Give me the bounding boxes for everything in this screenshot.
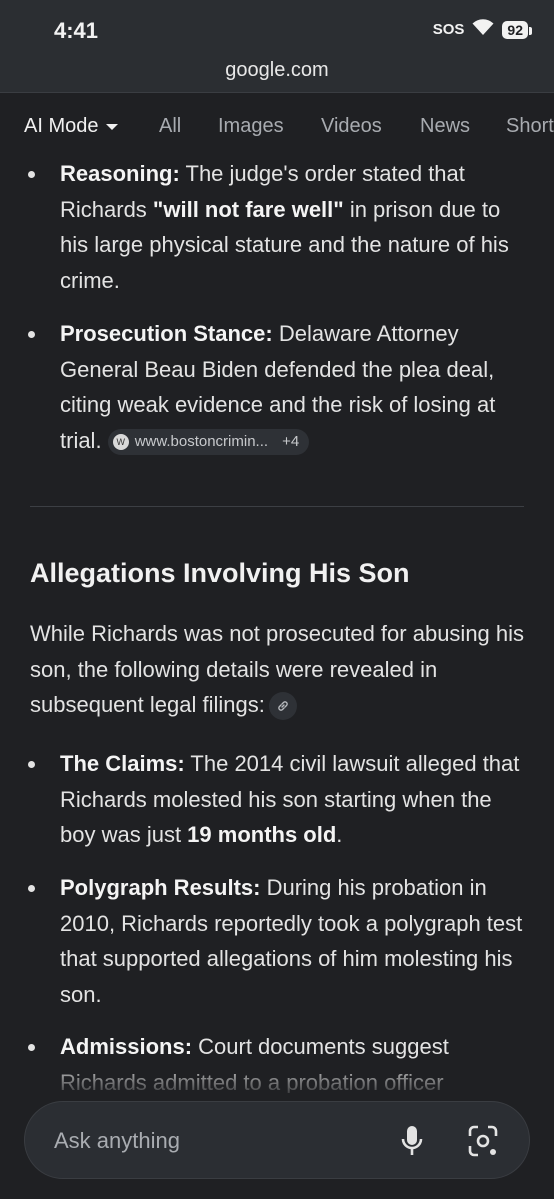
list-item-text: Reasoning: The judge's order stated that… [60,158,530,298]
mic-icon[interactable] [399,1124,425,1163]
section-intro: While Richards was not prosecuted for ab… [30,616,530,723]
ai-answer: Reasoning: The judge's order stated that… [0,158,554,1093]
item-emphasis: 19 months old [187,822,337,847]
item-label: Polygraph Results: [60,875,261,900]
section-heading: Allegations Involving His Son [30,558,410,588]
tab-label: AI Mode [24,115,99,137]
lens-icon[interactable] [467,1124,499,1163]
link-icon[interactable] [268,692,297,721]
battery-indicator: 92 [502,20,532,39]
source-chip[interactable]: Wwww.bostoncrimin... +4 [107,428,310,455]
bullet-dot [28,1044,35,1051]
item-text: . [336,822,343,847]
section-divider [30,506,524,507]
bullet-dot [28,885,35,892]
list-item-text: Polygraph Results: During his probation … [60,870,530,1012]
item-label: The Claims: [60,751,185,776]
source-favicon-icon: W [112,433,129,450]
list-item-text: Prosecution Stance: Delaware Attorney Ge… [60,316,530,458]
sos-indicator: SOS [432,21,465,38]
source-count: +4 [282,432,300,450]
bullet-dot [28,761,35,768]
item-label: Admissions: [60,1034,193,1059]
chevron-down-icon [106,123,119,130]
tab-ai-mode[interactable]: AI Mode [24,115,119,138]
status-time: 4:41 [54,18,99,43]
url-bar[interactable]: google.com [0,56,554,92]
status-icons: SOS 92 [432,18,532,41]
tab-news[interactable]: News [420,115,470,138]
item-emphasis: "will not fare well" [152,196,344,222]
source-name: www.bostoncrimin... [134,432,269,450]
ask-placeholder: Ask anything [54,1128,180,1153]
tab-videos[interactable]: Videos [321,115,382,138]
ask-input[interactable]: Ask anything [24,1101,530,1179]
wifi-icon [472,18,494,41]
bullet-dot [28,171,35,178]
tab-all[interactable]: All [159,115,181,138]
tab-short[interactable]: Short [506,115,554,138]
bullet-dot [28,331,35,338]
search-tabs: AI Mode All Images Videos News Short [0,92,554,159]
item-label: Reasoning: [60,161,180,186]
scroll-fade [0,1060,554,1100]
tab-images[interactable]: Images [218,115,284,138]
list-item-text: The Claims: The 2014 civil lawsuit alleg… [60,746,530,853]
status-bar: 4:41 SOS 92 [0,0,554,56]
item-label: Prosecution Stance: [60,321,273,346]
